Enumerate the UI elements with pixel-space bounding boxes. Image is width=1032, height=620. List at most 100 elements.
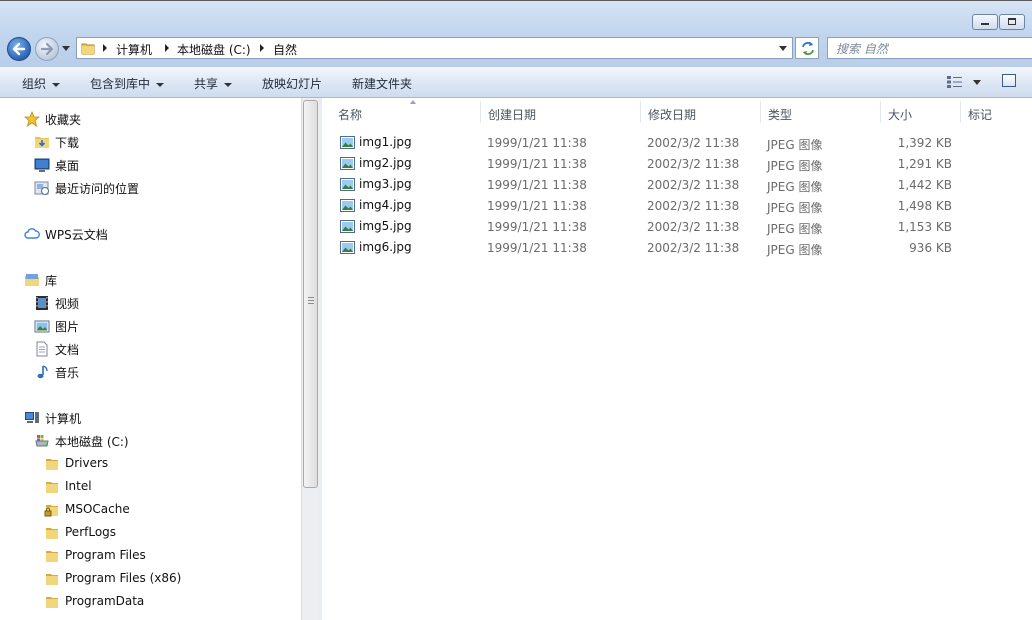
nav-item-label: 图片 bbox=[55, 320, 80, 334]
nav-libraries-label: 库 bbox=[45, 274, 58, 288]
pictures-icon bbox=[34, 320, 50, 333]
file-name: img2.jpg bbox=[359, 156, 412, 170]
recent-pages-dropdown[interactable] bbox=[62, 46, 70, 51]
file-row[interactable]: img5.jpg 1999/1/21 11:38 2002/3/2 11:38 JPE… bbox=[322, 216, 962, 237]
column-header-name[interactable]: 名称 bbox=[330, 98, 480, 126]
breadcrumb-current-folder[interactable]: 自然 bbox=[273, 41, 297, 58]
file-modified-date: 2002/3/2 11:38 bbox=[647, 178, 740, 192]
file-created-date: 1999/1/21 11:38 bbox=[487, 199, 587, 213]
new-folder-button[interactable]: 新建文件夹 bbox=[352, 75, 412, 92]
file-type: JPEG 图像 bbox=[767, 180, 823, 194]
nav-favorites-label: 收藏夹 bbox=[45, 113, 82, 127]
include-library-label: 包含到库中 bbox=[90, 77, 151, 91]
locked-folder-icon bbox=[44, 505, 58, 517]
nav-folder-label: Program Files bbox=[65, 548, 146, 562]
title-bar: 计算机 本地磁盘 (C:) 自然 bbox=[0, 0, 1032, 68]
downloads-folder-icon bbox=[35, 137, 49, 148]
breadcrumb-computer[interactable]: 计算机 bbox=[116, 41, 152, 58]
nav-local-disk-label: 本地磁盘 (C:) bbox=[55, 435, 129, 449]
nav-scrollbar[interactable] bbox=[301, 98, 319, 620]
organize-menu[interactable]: 组织 bbox=[22, 75, 61, 92]
address-history-dropdown[interactable] bbox=[779, 46, 787, 51]
file-name: img3.jpg bbox=[359, 177, 412, 191]
file-size: 1,291 KB bbox=[897, 157, 952, 171]
slideshow-button[interactable]: 放映幻灯片 bbox=[262, 75, 322, 92]
nav-folder-label: MSOCache bbox=[65, 502, 130, 516]
document-icon bbox=[36, 341, 48, 357]
file-size: 1,153 KB bbox=[897, 220, 952, 234]
column-header-tags[interactable]: 标记 bbox=[960, 98, 1030, 126]
nav-item-label: 下载 bbox=[55, 136, 80, 150]
minimize-button[interactable] bbox=[972, 14, 998, 30]
image-file-icon bbox=[340, 136, 355, 149]
column-header-size[interactable]: 大小 bbox=[880, 98, 960, 126]
file-name: img4.jpg bbox=[359, 198, 412, 212]
file-row[interactable]: img4.jpg 1999/1/21 11:38 2002/3/2 11:38 JPE… bbox=[322, 195, 962, 216]
file-type: JPEG 图像 bbox=[767, 222, 823, 236]
image-file-icon bbox=[340, 220, 355, 233]
nav-folder-label: Intel bbox=[65, 479, 92, 493]
folder-icon bbox=[46, 574, 58, 585]
folder-icon bbox=[46, 459, 58, 470]
navigation-pane: 收藏夹 下载 桌面 最近访问的位置 WPS云文档 库 视频 图片 文档 音乐 计… bbox=[0, 98, 301, 620]
file-type: JPEG 图像 bbox=[767, 159, 823, 173]
column-header-label: 名称 bbox=[338, 108, 363, 122]
file-row[interactable]: img2.jpg 1999/1/21 11:38 2002/3/2 11:38 JPE… bbox=[322, 153, 962, 174]
refresh-icon bbox=[802, 42, 814, 55]
file-created-date: 1999/1/21 11:38 bbox=[487, 136, 587, 150]
file-size: 1,442 KB bbox=[897, 178, 952, 192]
breadcrumb-separator-icon[interactable] bbox=[103, 44, 107, 52]
nav-item-label: 音乐 bbox=[55, 366, 80, 380]
file-created-date: 1999/1/21 11:38 bbox=[487, 220, 587, 234]
video-icon bbox=[36, 296, 48, 310]
chevron-down-icon bbox=[52, 82, 61, 87]
file-row[interactable]: img1.jpg 1999/1/21 11:38 2002/3/2 11:38 JPE… bbox=[322, 132, 962, 153]
nav-item-label: 最近访问的位置 bbox=[55, 182, 140, 196]
folder-icon bbox=[46, 597, 58, 608]
nav-folder-label: ProgramData bbox=[65, 594, 145, 608]
column-header-label: 创建日期 bbox=[488, 108, 537, 122]
nav-item-label: 视频 bbox=[55, 297, 80, 311]
nav-scrollbar-thumb[interactable] bbox=[303, 100, 318, 488]
view-options-dropdown[interactable] bbox=[973, 80, 981, 85]
sort-ascending-icon bbox=[410, 100, 416, 104]
file-list: 名称 创建日期 修改日期 类型 大小 标记 img1.jpg 1999/1/21 … bbox=[322, 98, 1032, 620]
view-options-icon[interactable] bbox=[946, 75, 964, 89]
file-created-date: 1999/1/21 11:38 bbox=[487, 178, 587, 192]
column-header-modified[interactable]: 修改日期 bbox=[640, 98, 760, 126]
maximize-button[interactable] bbox=[999, 14, 1025, 30]
refresh-button[interactable] bbox=[795, 37, 819, 59]
share-menu[interactable]: 共享 bbox=[194, 75, 233, 92]
file-created-date: 1999/1/21 11:38 bbox=[487, 241, 587, 255]
preview-pane-button[interactable] bbox=[1002, 74, 1016, 87]
nav-item-label: 文档 bbox=[55, 343, 80, 357]
search-box[interactable] bbox=[827, 37, 1032, 59]
file-type: JPEG 图像 bbox=[767, 243, 823, 257]
address-bar[interactable]: 计算机 本地磁盘 (C:) 自然 bbox=[76, 37, 793, 59]
file-size: 1,498 KB bbox=[897, 199, 952, 213]
file-created-date: 1999/1/21 11:38 bbox=[487, 157, 587, 171]
arrow-right-icon bbox=[40, 42, 54, 56]
file-modified-date: 2002/3/2 11:38 bbox=[647, 220, 740, 234]
organize-label: 组织 bbox=[22, 77, 47, 91]
back-button[interactable] bbox=[7, 37, 31, 61]
folder-icon bbox=[81, 43, 95, 55]
forward-button[interactable] bbox=[35, 37, 59, 61]
file-size: 1,392 KB bbox=[897, 136, 952, 150]
file-row[interactable]: img3.jpg 1999/1/21 11:38 2002/3/2 11:38 JPE… bbox=[322, 174, 962, 195]
file-row[interactable]: img6.jpg 1999/1/21 11:38 2002/3/2 11:38 JPE… bbox=[322, 237, 962, 258]
column-header-created[interactable]: 创建日期 bbox=[480, 98, 640, 126]
star-icon bbox=[24, 111, 40, 127]
hard-drive-icon bbox=[35, 435, 49, 447]
breadcrumb-local-disk[interactable]: 本地磁盘 (C:) bbox=[177, 41, 251, 58]
breadcrumb-separator-icon[interactable] bbox=[165, 44, 169, 52]
breadcrumb-separator-icon[interactable] bbox=[260, 44, 264, 52]
arrow-left-icon bbox=[12, 42, 26, 56]
include-in-library-menu[interactable]: 包含到库中 bbox=[90, 75, 165, 92]
file-size: 936 KB bbox=[909, 241, 952, 255]
cloud-icon bbox=[24, 228, 40, 239]
file-name: img1.jpg bbox=[359, 135, 412, 149]
chevron-down-icon bbox=[224, 82, 233, 87]
search-input[interactable] bbox=[834, 39, 1028, 59]
column-header-type[interactable]: 类型 bbox=[760, 98, 880, 126]
